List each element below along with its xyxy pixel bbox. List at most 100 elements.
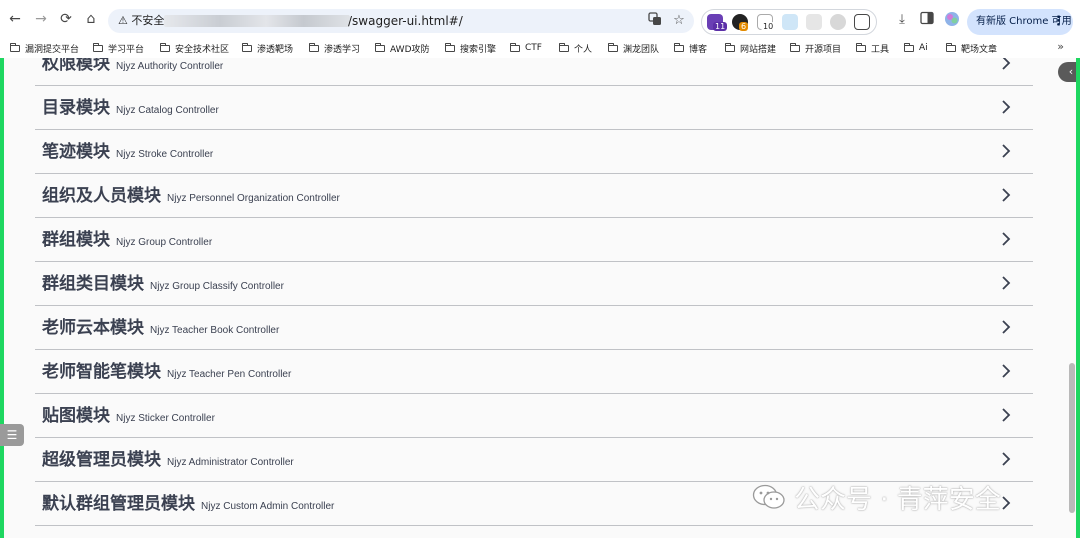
puzzle-extensions-icon[interactable] bbox=[854, 14, 870, 30]
bookmark-item[interactable]: 个人 bbox=[558, 40, 592, 56]
bookmark-label: 渗透学习 bbox=[324, 44, 361, 55]
download-icon[interactable]: ⤓ bbox=[893, 11, 911, 29]
bookmark-item[interactable]: 渊龙团队 bbox=[607, 40, 659, 56]
bookmark-item[interactable]: Ai bbox=[903, 40, 928, 56]
expand-chevron-icon[interactable] bbox=[997, 450, 1015, 468]
more-menu-icon[interactable]: ⋮ bbox=[1052, 14, 1065, 30]
folder-icon bbox=[673, 42, 684, 52]
expand-chevron-icon[interactable] bbox=[997, 142, 1015, 160]
bookmark-item[interactable]: 网站搭建 bbox=[724, 40, 776, 56]
controller-title[interactable]: 目录模块 Njyz Catalog Controller bbox=[42, 96, 219, 123]
bookmark-item[interactable]: 学习平台 bbox=[92, 40, 144, 56]
controller-row[interactable]: 超级管理员模块 Njyz Administrator Controller bbox=[35, 438, 1033, 482]
controller-title[interactable]: 老师云本模块 Njyz Teacher Book Controller bbox=[42, 316, 279, 343]
controller-name: 老师智能笔模块 bbox=[42, 362, 161, 382]
controller-row[interactable]: 组织及人员模块 Njyz Personnel Organization Contr… bbox=[35, 174, 1033, 218]
folder-icon bbox=[855, 42, 866, 52]
extension-5-icon[interactable] bbox=[806, 14, 822, 30]
folder-icon bbox=[724, 42, 735, 52]
not-secure-label: 不安全 bbox=[131, 14, 165, 27]
bookmark-item[interactable]: 渗透靶场 bbox=[241, 40, 293, 56]
controller-row[interactable]: 贴图模块 Njyz Sticker Controller bbox=[35, 394, 1033, 438]
folder-icon bbox=[945, 42, 956, 52]
forward-arrow-icon[interactable]: → bbox=[32, 10, 50, 28]
controller-title[interactable]: 默认群组管理员模块 Njyz Custom Admin Controller bbox=[42, 492, 334, 519]
extension-4-icon[interactable] bbox=[782, 14, 798, 30]
bookmark-item[interactable]: CTF bbox=[509, 40, 542, 56]
warning-icon: ⚠ bbox=[118, 14, 128, 27]
folder-icon bbox=[308, 42, 319, 52]
side-panel-icon[interactable] bbox=[918, 11, 936, 29]
bookmark-item[interactable]: 漏洞提交平台 bbox=[9, 40, 80, 56]
profile-avatar-icon[interactable] bbox=[943, 11, 961, 29]
controller-title[interactable]: 笔迹模块 Njyz Stroke Controller bbox=[42, 140, 213, 167]
not-secure-indicator[interactable]: ⚠ 不安全 bbox=[118, 12, 164, 30]
watermark: 公众号 · 青萍安全 bbox=[752, 480, 1001, 515]
controller-row[interactable]: 群组类目模块 Njyz Group Classify Controller bbox=[35, 262, 1033, 306]
expand-chevron-icon[interactable] bbox=[997, 230, 1015, 248]
expand-chevron-icon[interactable] bbox=[997, 186, 1015, 204]
bookmark-item[interactable]: 工具 bbox=[855, 40, 889, 56]
controller-row[interactable]: 权限模块 Njyz Authority Controller bbox=[35, 58, 1033, 86]
folder-icon bbox=[444, 42, 455, 52]
controller-name: 老师云本模块 bbox=[42, 318, 144, 338]
folder-icon bbox=[9, 42, 20, 52]
home-icon[interactable]: ⌂ bbox=[82, 10, 100, 28]
blurred-host bbox=[164, 15, 350, 27]
controller-title[interactable]: 群组类目模块 Njyz Group Classify Controller bbox=[42, 272, 284, 299]
scrollbar-thumb[interactable] bbox=[1069, 363, 1075, 513]
controller-title[interactable]: 超级管理员模块 Njyz Administrator Controller bbox=[42, 448, 294, 475]
controller-description: Njyz Teacher Book Controller bbox=[150, 325, 280, 336]
expand-chevron-icon[interactable] bbox=[997, 98, 1015, 116]
bookmark-item[interactable]: 开源项目 bbox=[789, 40, 841, 56]
bookmark-label: 博客 bbox=[689, 44, 708, 55]
bookmark-label: 漏洞提交平台 bbox=[25, 44, 80, 55]
bookmark-item[interactable]: AWD攻防 bbox=[374, 40, 430, 56]
bookmark-star-icon[interactable]: ☆ bbox=[670, 12, 688, 30]
address-bar[interactable]: ⚠ 不安全 /swagger-ui.html#/ ☆ bbox=[108, 9, 694, 33]
controller-title[interactable]: 贴图模块 Njyz Sticker Controller bbox=[42, 404, 215, 431]
controller-title[interactable]: 权限模块 Njyz Authority Controller bbox=[42, 58, 223, 79]
controller-row[interactable]: 群组模块 Njyz Group Controller bbox=[35, 218, 1033, 262]
url-path: /swagger-ui.html#/ bbox=[348, 14, 463, 28]
controller-description: Njyz Catalog Controller bbox=[116, 105, 219, 116]
toc-list-icon[interactable]: ☰ bbox=[0, 424, 24, 446]
controller-row[interactable]: 笔迹模块 Njyz Stroke Controller bbox=[35, 130, 1033, 174]
bookmark-item[interactable]: 博客 bbox=[673, 40, 708, 56]
expand-chevron-icon[interactable] bbox=[997, 318, 1015, 336]
folder-icon bbox=[92, 42, 103, 52]
bookmark-item[interactable]: 安全技术社区 bbox=[159, 40, 230, 56]
controller-row[interactable]: 目录模块 Njyz Catalog Controller bbox=[35, 86, 1033, 130]
expand-chevron-icon[interactable] bbox=[997, 406, 1015, 424]
expand-chevron-icon[interactable] bbox=[997, 274, 1015, 292]
controller-title[interactable]: 老师智能笔模块 Njyz Teacher Pen Controller bbox=[42, 360, 291, 387]
reload-icon[interactable]: ⟳ bbox=[57, 10, 75, 28]
bookmark-item[interactable]: 靶场文章 bbox=[945, 40, 997, 56]
more-bookmarks-icon[interactable]: » bbox=[1057, 40, 1064, 53]
back-arrow-icon[interactable]: ← bbox=[6, 10, 24, 28]
controller-description: Njyz Group Controller bbox=[116, 237, 213, 248]
controller-description: Njyz Sticker Controller bbox=[116, 413, 215, 424]
controller-name: 组织及人员模块 bbox=[42, 186, 161, 206]
controller-row[interactable]: 老师云本模块 Njyz Teacher Book Controller bbox=[35, 306, 1033, 350]
controller-row[interactable]: 老师智能笔模块 Njyz Teacher Pen Controller bbox=[35, 350, 1033, 394]
expand-chevron-icon[interactable] bbox=[997, 362, 1015, 380]
folder-icon bbox=[607, 42, 618, 52]
bookmark-item[interactable]: 搜索引擎 bbox=[444, 40, 496, 56]
controller-name: 贴图模块 bbox=[42, 406, 110, 426]
bookmark-label: AWD攻防 bbox=[390, 44, 430, 55]
expand-chevron-icon[interactable] bbox=[997, 58, 1015, 72]
bookmark-label: Ai bbox=[919, 43, 928, 53]
controller-title[interactable]: 群组模块 Njyz Group Controller bbox=[42, 228, 212, 255]
extension-6-icon[interactable] bbox=[830, 14, 846, 30]
folder-icon bbox=[558, 42, 569, 52]
controller-description: Njyz Administrator Controller bbox=[167, 457, 294, 468]
translate-icon[interactable] bbox=[646, 12, 664, 30]
bookmark-label: 安全技术社区 bbox=[175, 44, 230, 55]
watermark-text: 公众号 · 青萍安全 bbox=[794, 484, 1001, 515]
controller-name: 权限模块 bbox=[42, 58, 110, 74]
chrome-update-button[interactable]: 有新版 Chrome 可用 ⋮ bbox=[967, 9, 1073, 35]
bookmark-item[interactable]: 渗透学习 bbox=[308, 40, 361, 56]
left-accent-bar bbox=[0, 58, 4, 538]
controller-title[interactable]: 组织及人员模块 Njyz Personnel Organization Contr… bbox=[42, 184, 340, 211]
